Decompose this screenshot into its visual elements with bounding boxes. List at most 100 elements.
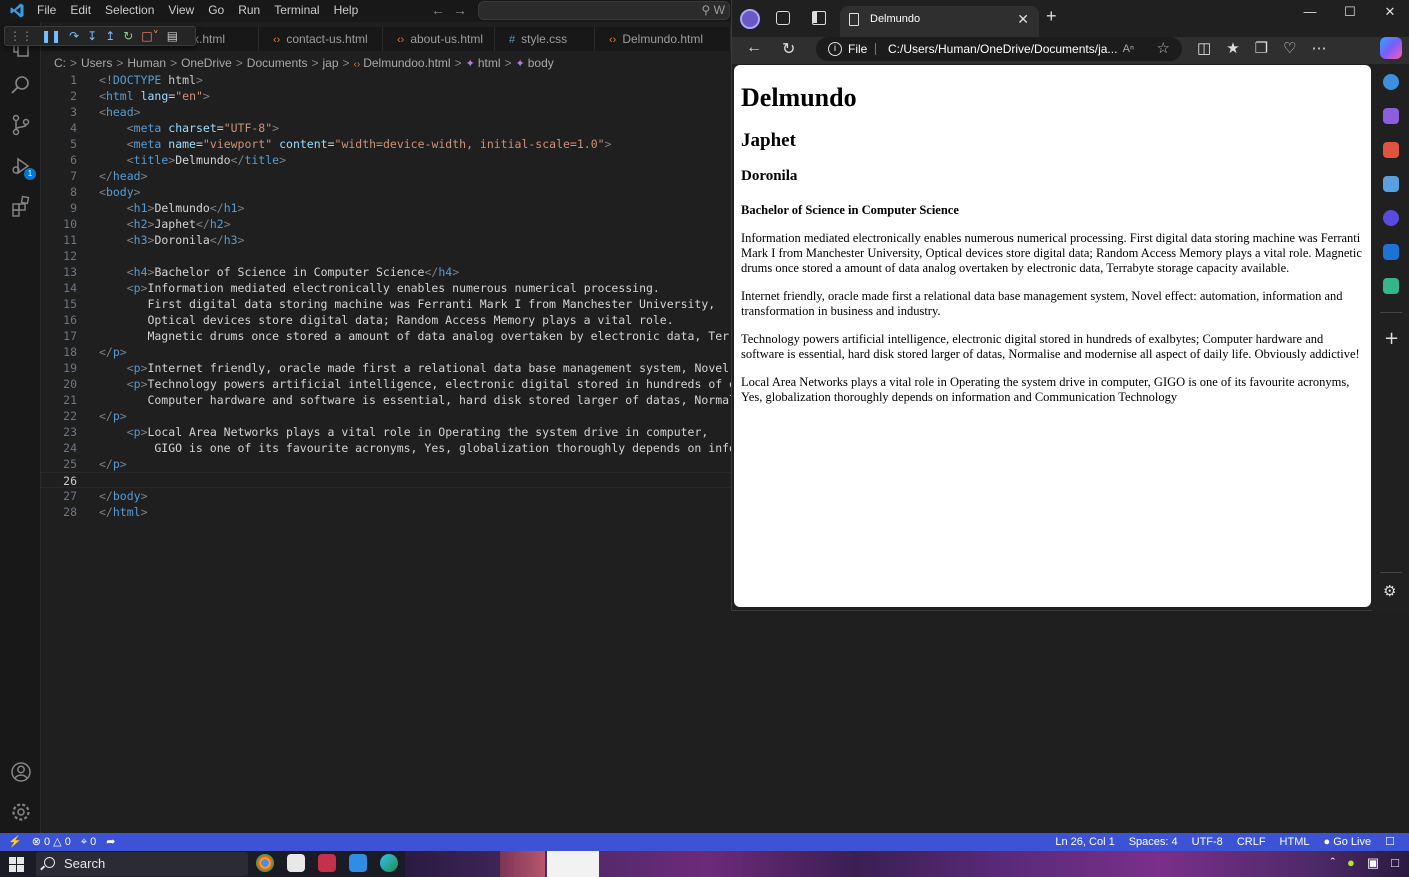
code-line[interactable]: 20 <p>Technology powers artificial intel… (41, 376, 731, 392)
code-line[interactable]: 17 Magnetic drums once stored a amount o… (41, 328, 731, 344)
code-line[interactable]: 4 <meta charset="UTF-8"> (41, 120, 731, 136)
code-line[interactable]: 26 (41, 472, 731, 488)
vscode-taskbar-icon[interactable] (349, 854, 367, 872)
crumb-html[interactable]: html (478, 56, 501, 70)
refresh-icon[interactable]: ↻ (782, 39, 795, 59)
menu-go[interactable]: Go (208, 3, 224, 17)
code-line[interactable]: 21 Computer hardware and software is ess… (41, 392, 731, 408)
profile-avatar[interactable] (740, 9, 760, 29)
code-line[interactable]: 6 <title>Delmundo</title> (41, 152, 731, 168)
address-bar[interactable]: i File C:/Users/Human/OneDrive/Documents… (816, 37, 1182, 61)
code-line[interactable]: 2 <html lang="en"> (41, 88, 731, 104)
start-windows-icon[interactable] (9, 857, 24, 872)
sidebar-settings-icon[interactable]: ⚙ (1383, 582, 1396, 600)
settings-gear-icon[interactable] (10, 801, 32, 823)
vertical-tabs-icon[interactable] (812, 11, 826, 25)
back-arrow-icon[interactable]: ← (431, 2, 445, 18)
forward-arrow-icon[interactable]: → (453, 2, 467, 18)
inspect-icon[interactable]: ▤ (167, 29, 178, 43)
collections-icon[interactable]: ❐ (1255, 39, 1268, 57)
sidebar-drop-icon[interactable] (1383, 278, 1399, 294)
crumb-drive[interactable]: C: (54, 56, 66, 70)
language-mode[interactable]: HTML (1280, 833, 1310, 851)
menu-terminal[interactable]: Terminal (274, 3, 319, 17)
back-icon[interactable]: ← (746, 39, 762, 57)
favorite-star-icon[interactable]: ☆ (1157, 37, 1170, 61)
tray-chevron-icon[interactable]: ˆ (1331, 855, 1335, 871)
bell-icon[interactable]: ☐ (1385, 833, 1395, 851)
code-line[interactable]: 22 </p> (41, 408, 731, 424)
favorites-icon[interactable]: ★ (1226, 39, 1239, 57)
code-line[interactable]: 8 <body> (41, 184, 731, 200)
ports-indicator[interactable]: ⌖ 0 (81, 833, 96, 851)
go-live-button[interactable]: ● Go Live (1324, 833, 1372, 851)
end-of-line[interactable]: CRLF (1237, 833, 1266, 851)
code-line[interactable]: 3 <head> (41, 104, 731, 120)
step-over-icon[interactable]: ↷ (69, 29, 79, 43)
sidebar-games-icon[interactable] (1383, 176, 1399, 192)
run-debug-icon[interactable]: 1 (10, 155, 36, 180)
code-line[interactable]: 14 <p>Information mediated electronicall… (41, 280, 731, 296)
new-tab-icon[interactable]: + (1046, 6, 1057, 27)
cursor-position[interactable]: Ln 26, Col 1 (1055, 833, 1114, 851)
code-line[interactable]: 23 <p>Local Area Networks plays a vital … (41, 424, 731, 440)
code-line[interactable]: 24 GIGO is one of its favourite acronyms… (41, 440, 731, 456)
network-icon[interactable]: ▣ (1367, 855, 1379, 871)
sidebar-outlook-icon[interactable] (1383, 244, 1399, 260)
taskbar-search[interactable]: Search (36, 852, 248, 876)
crumb-documents[interactable]: Documents (247, 56, 308, 70)
sidebar-add-icon[interactable]: + (1384, 328, 1399, 349)
edge-taskbar-icon[interactable] (380, 854, 398, 872)
copilot-icon[interactable] (1380, 37, 1402, 59)
command-center-search[interactable]: ⚲ W (478, 1, 730, 20)
tab-contact-us[interactable]: ‹› contact-us.html (259, 27, 383, 51)
sidebar-search-icon[interactable] (1383, 74, 1399, 90)
pause-icon[interactable]: ❚❚ (41, 29, 61, 43)
info-icon[interactable]: i (828, 42, 842, 56)
code-line[interactable]: 11 <h3>Doronila</h3> (41, 232, 731, 248)
chrome-icon[interactable] (256, 854, 274, 872)
close-window-icon[interactable]: ✕ (1370, 0, 1409, 24)
minimize-icon[interactable]: — (1290, 0, 1330, 24)
more-icon[interactable]: ⋯ (1312, 39, 1327, 57)
code-line[interactable]: 13 <h4>Bachelor of Science in Computer S… (41, 264, 731, 280)
problems-indicator[interactable]: ⊗ 0 △ 0 (32, 833, 71, 851)
tab-style-css[interactable]: # style.css (495, 27, 595, 51)
crumb-jap[interactable]: jap (323, 56, 339, 70)
code-line[interactable]: 25 </p> (41, 456, 731, 472)
menu-file[interactable]: File (37, 3, 56, 17)
code-line[interactable]: 28 </html> (41, 504, 731, 520)
notification-icon[interactable]: □ (1391, 855, 1399, 871)
code-line[interactable]: 15 First digital data storing machine wa… (41, 296, 731, 312)
search-icon[interactable] (10, 74, 32, 96)
menu-edit[interactable]: Edit (70, 3, 91, 17)
app-icon[interactable] (287, 854, 305, 872)
menu-view[interactable]: View (168, 3, 194, 17)
read-aloud-icon[interactable]: Aⁿ (1123, 37, 1134, 61)
menu-help[interactable]: Help (334, 3, 359, 17)
account-icon[interactable] (10, 761, 32, 783)
workspaces-icon[interactable] (776, 11, 790, 25)
step-out-icon[interactable]: ↥ (105, 29, 115, 43)
code-line[interactable]: 16 Optical devices store digital data; R… (41, 312, 731, 328)
code-line[interactable]: 19 <p>Internet friendly, oracle made fir… (41, 360, 731, 376)
address-url[interactable]: C:/Users/Human/OneDrive/Documents/ja... (888, 37, 1117, 61)
restart-icon[interactable]: ↻ (123, 29, 133, 43)
mail-app-icon[interactable] (318, 854, 336, 872)
code-line[interactable]: 5 <meta name="viewport" content="width=d… (41, 136, 731, 152)
code-editor[interactable]: 1 <!DOCTYPE html> 2 <html lang="en"> 3 <head>… (41, 72, 731, 832)
menu-selection[interactable]: Selection (105, 3, 154, 17)
browser-essentials-icon[interactable]: ♡ (1283, 39, 1296, 57)
sidebar-tools-icon[interactable] (1383, 142, 1399, 158)
code-line[interactable]: 9 <h1>Delmundo</h1> (41, 200, 731, 216)
tab-about-us[interactable]: ‹› about-us.html (383, 27, 495, 51)
code-line[interactable]: 12 (41, 248, 731, 264)
code-line[interactable]: 27 </body> (41, 488, 731, 504)
crumb-users[interactable]: Users (81, 56, 112, 70)
sidebar-shopping-icon[interactable] (1383, 108, 1399, 124)
maximize-icon[interactable]: ☐ (1330, 0, 1370, 24)
crumb-body[interactable]: body (528, 56, 554, 70)
edge-tab-active[interactable]: Delmundo ✕ (840, 6, 1039, 37)
code-line[interactable]: 18 </p> (41, 344, 731, 360)
sidebar-m365-icon[interactable] (1383, 210, 1399, 226)
